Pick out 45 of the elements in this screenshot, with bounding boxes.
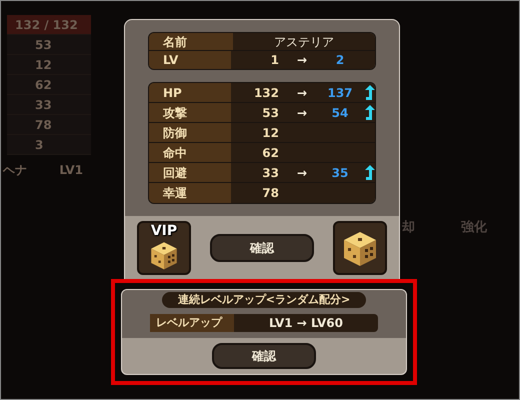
- new-value: 137: [327, 86, 353, 100]
- stat-value: 78: [34, 116, 52, 134]
- new-value: 2: [336, 53, 344, 67]
- stat-value: 62: [34, 76, 52, 94]
- field-label: レベルアップ: [150, 314, 234, 332]
- stat-value: 78: [262, 186, 279, 200]
- section-title: 連続レベルアップ<ランダム配分>: [162, 292, 366, 308]
- stat-value: 53: [262, 106, 279, 120]
- field-label: 攻撃: [149, 103, 231, 122]
- field-label: HP: [149, 83, 231, 102]
- arrow-text: →: [296, 166, 308, 180]
- companion-level: LV1: [59, 162, 83, 179]
- name-value: アステリア: [274, 34, 334, 50]
- stat-value: 12: [34, 56, 52, 74]
- new-value: 35: [332, 166, 348, 180]
- field-label: 防御: [149, 123, 231, 142]
- stat-value: 3: [34, 136, 44, 154]
- arrow-text: →: [296, 53, 308, 67]
- tab-label: 強化: [461, 219, 487, 237]
- stat-value: 12: [262, 126, 279, 140]
- field-label: 名前: [149, 33, 233, 50]
- dice-button[interactable]: [333, 221, 387, 275]
- confirm-button[interactable]: 確認: [210, 234, 314, 262]
- arrow-text: →: [296, 86, 308, 100]
- vip-button[interactable]: VIP: [137, 221, 191, 275]
- companion-name: ヘナ: [3, 162, 27, 179]
- level-range: LV1 → LV60: [268, 315, 344, 332]
- confirm-button[interactable]: 確認: [212, 343, 316, 369]
- new-value: 54: [332, 106, 348, 120]
- stat-value: 53: [34, 36, 52, 54]
- up-arrow-icon: [365, 165, 375, 180]
- stat-value: 62: [262, 146, 279, 160]
- field-label: LV: [149, 51, 231, 69]
- stat-value: 1: [270, 53, 279, 67]
- arrow-text: →: [296, 106, 308, 120]
- field-label: 回避: [149, 163, 231, 182]
- stat-value: 33: [34, 96, 52, 114]
- field-label: 命中: [149, 143, 231, 162]
- up-arrow-icon: [365, 85, 375, 100]
- up-arrow-icon: [365, 105, 375, 120]
- tab-label: 却: [402, 219, 415, 237]
- stat-value: 132: [254, 86, 279, 100]
- field-label: 幸運: [149, 183, 231, 203]
- stat-value: 33: [262, 166, 279, 180]
- stat-value: 132 / 132: [15, 16, 78, 34]
